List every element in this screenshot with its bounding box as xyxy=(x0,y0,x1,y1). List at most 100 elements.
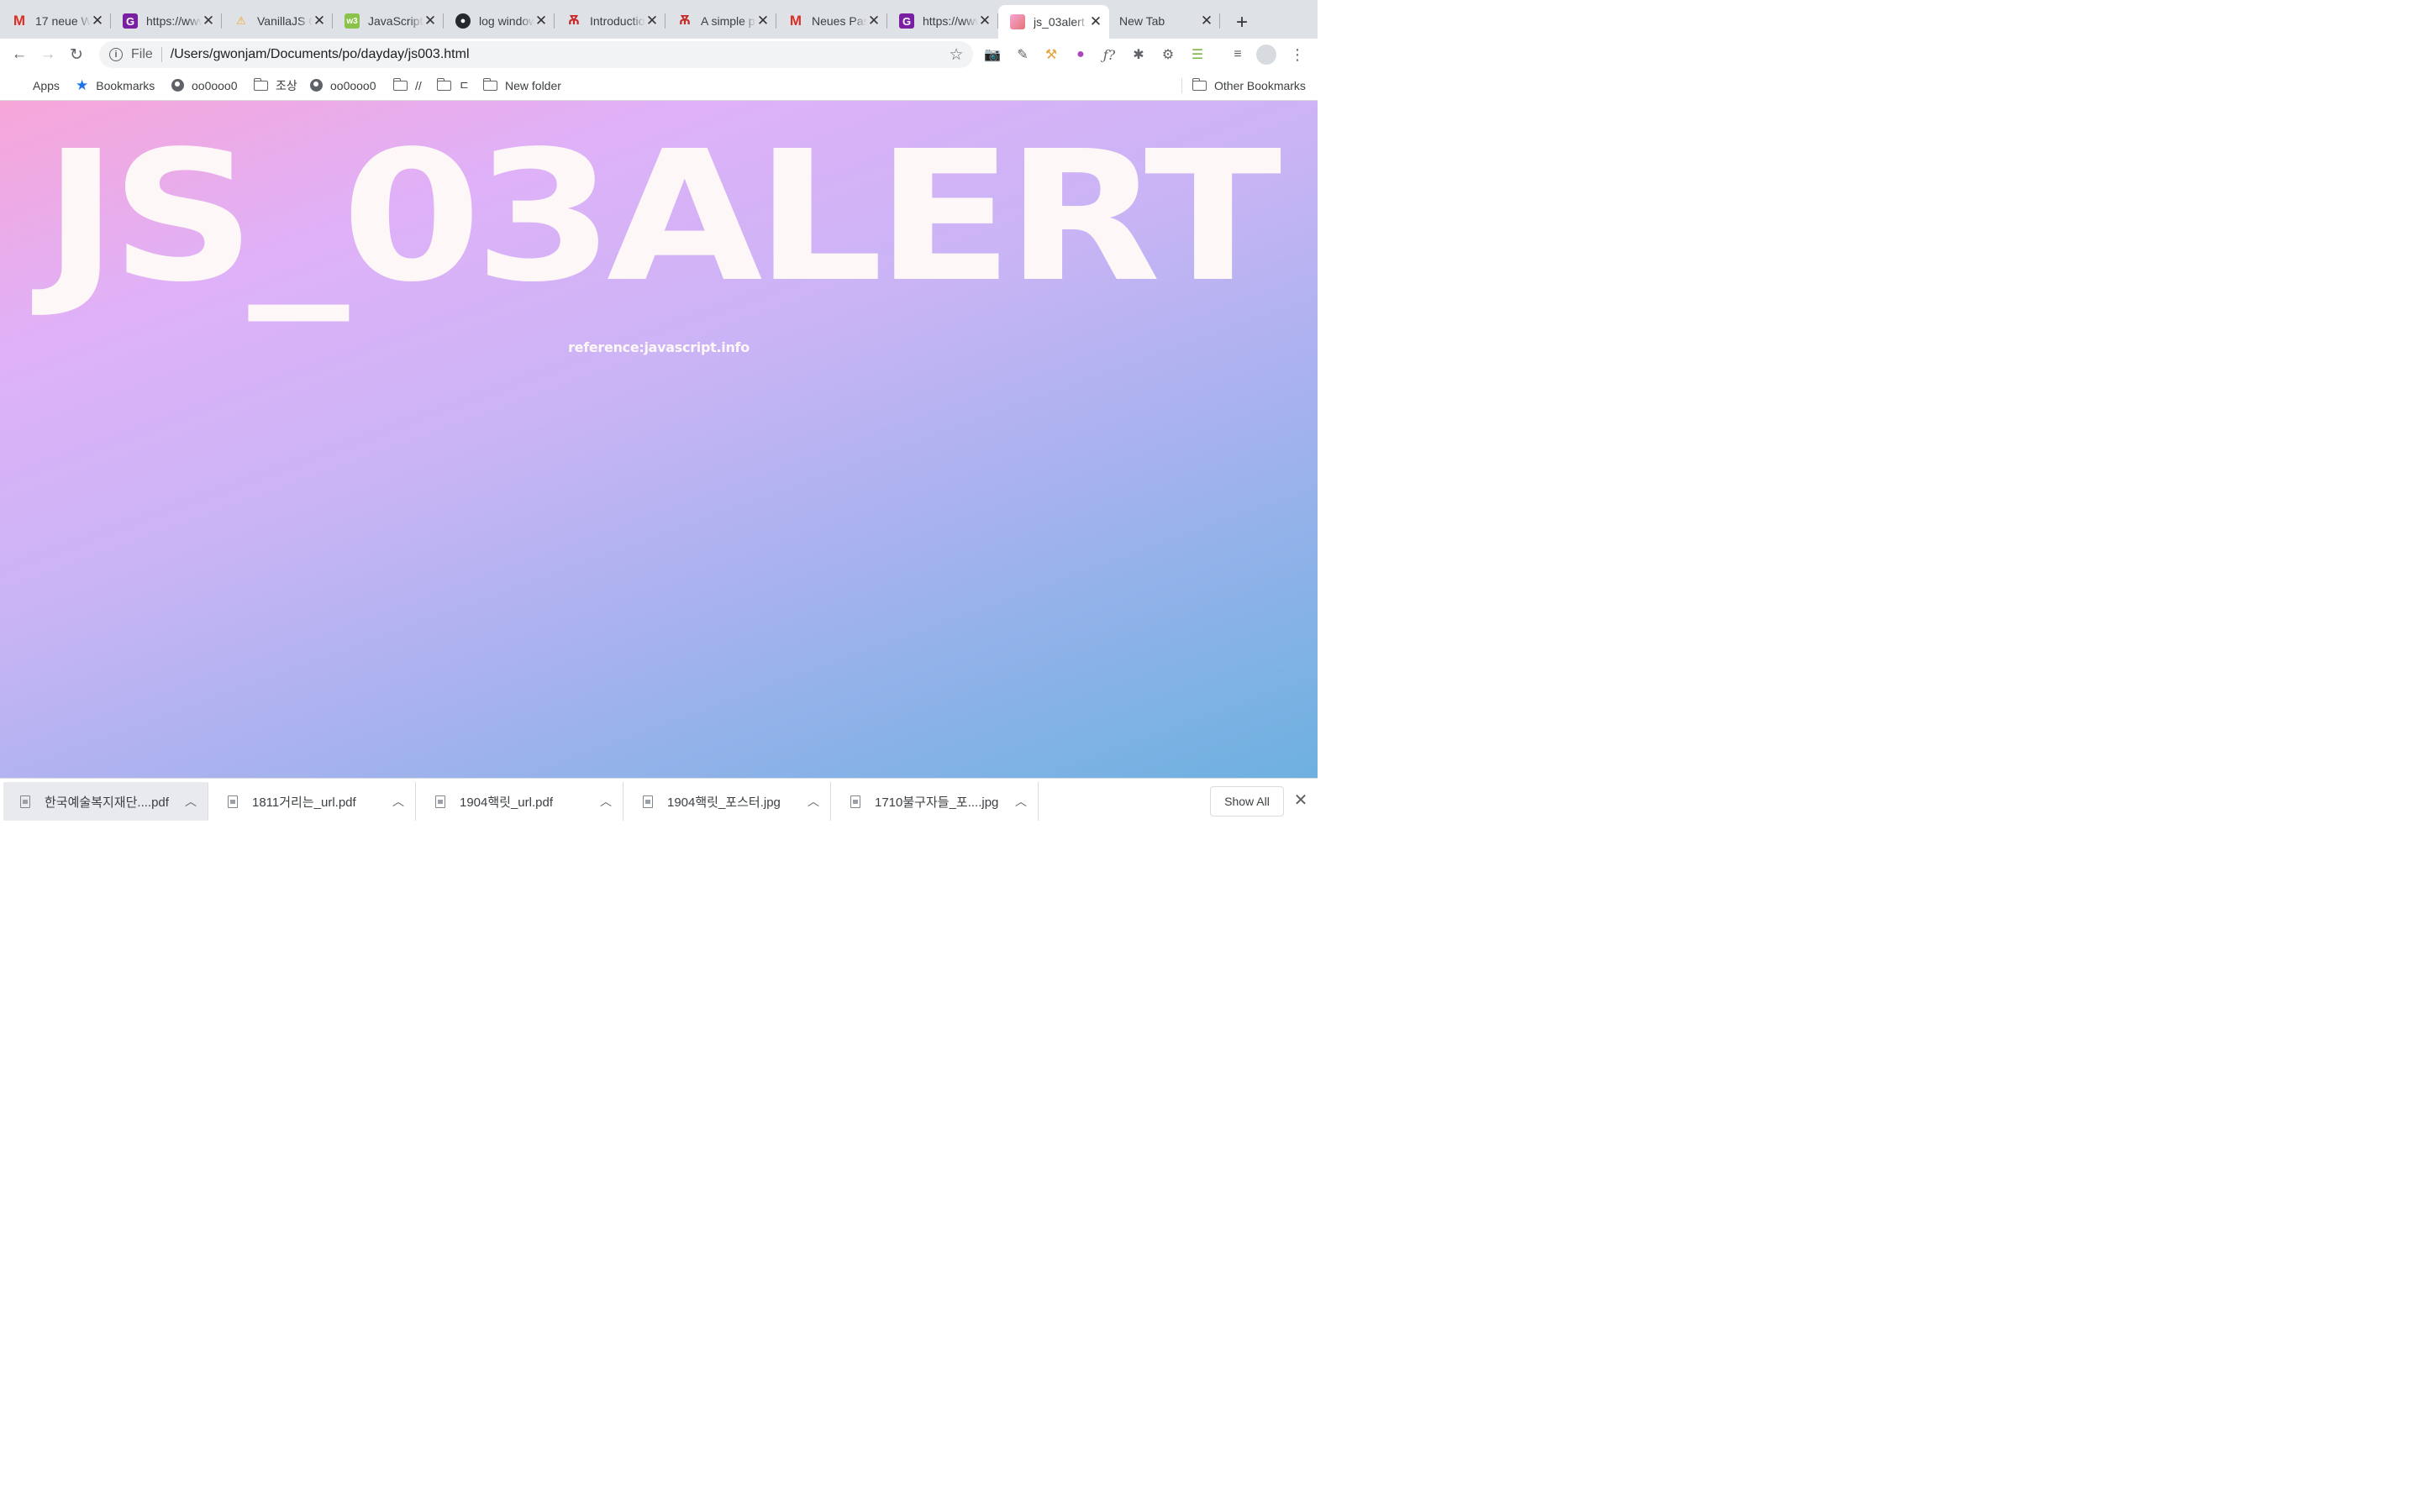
close-icon[interactable]: ✕ xyxy=(424,13,437,29)
bookmark-folder-josang[interactable]: 조상 xyxy=(253,71,297,100)
close-icon[interactable]: ✕ xyxy=(1200,13,1213,29)
divider xyxy=(1181,78,1182,93)
tab-title: New Tab xyxy=(1119,14,1165,28)
tab-title: 17 neue Wa xyxy=(35,14,91,28)
bookmark-apps[interactable]: Apps xyxy=(13,71,60,100)
g-site-icon: G xyxy=(123,13,138,29)
download-item[interactable]: 1710불구자들_포....jpg ︿ xyxy=(834,782,1039,821)
chevron-up-icon[interactable]: ︿ xyxy=(1004,793,1038,810)
close-icon[interactable]: ✕ xyxy=(756,13,770,29)
address-bar[interactable]: i File /Users/gwonjam/Documents/po/dayda… xyxy=(99,41,973,68)
jpg-file-icon xyxy=(643,795,653,808)
bookmark-bookmarks[interactable]: ★ Bookmarks xyxy=(76,71,155,100)
show-all-button[interactable]: Show All xyxy=(1210,786,1284,816)
close-icon[interactable]: ✕ xyxy=(1291,790,1311,813)
tab-title: https://www xyxy=(923,14,978,28)
tab-new-tab[interactable]: New Tab ✕ xyxy=(1109,5,1220,37)
page-title: JS_03ALERT xyxy=(43,113,1282,322)
close-icon[interactable]: ✕ xyxy=(1089,13,1102,30)
function-icon[interactable]: ƒ? xyxy=(1098,44,1120,66)
ladder-icon[interactable]: ☰ xyxy=(1186,44,1208,66)
tab-title: js_03alert xyxy=(1034,15,1085,29)
camera-icon[interactable]: 📷 xyxy=(981,44,1003,66)
hammer-icon[interactable]: ⚒ xyxy=(1040,44,1062,66)
toolbar: ← → ↻ i File /Users/gwonjam/Documents/po… xyxy=(0,39,1318,71)
tab-g-site[interactable]: G https://www ✕ xyxy=(111,5,222,37)
tower-icon: Ѫ xyxy=(568,13,580,28)
bookmark-folder-new[interactable]: New folder xyxy=(482,71,561,100)
download-item[interactable]: 1811거리는_url.pdf ︿ xyxy=(211,782,416,821)
tab-g-site-2[interactable]: G https://www ✕ xyxy=(887,5,998,37)
gradient-icon xyxy=(1010,14,1025,29)
more-menu-icon[interactable]: ⋮ xyxy=(1286,44,1308,66)
apps-grid-icon xyxy=(13,80,25,92)
page-viewport: JS_03ALERT reference:javascript.info xyxy=(0,101,1318,778)
download-item[interactable]: 1904핵릿_포스터.jpg ︿ xyxy=(626,782,831,821)
bookmark-folder-slashes[interactable]: // xyxy=(392,71,422,100)
forward-button[interactable]: → xyxy=(34,40,62,69)
close-icon[interactable]: ✕ xyxy=(978,13,992,29)
close-icon[interactable]: ✕ xyxy=(645,13,659,29)
tab-title: JavaScript xyxy=(368,14,424,28)
chevron-up-icon[interactable]: ︿ xyxy=(381,793,415,810)
bookmark-oo0ooo0[interactable]: oo0ooo0 xyxy=(171,71,238,100)
tab-javascript[interactable]: w3 JavaScript ✕ xyxy=(333,5,444,37)
info-icon[interactable]: i xyxy=(109,48,123,61)
url-text[interactable]: /Users/gwonjam/Documents/po/dayday/js003… xyxy=(171,47,944,62)
tab-gmail[interactable]: M 17 neue Wa ✕ xyxy=(0,5,111,37)
bookmark-other-bookmarks[interactable]: Other Bookmarks xyxy=(1192,71,1306,100)
tab-neues-passwort[interactable]: M Neues Pas ✕ xyxy=(776,5,887,37)
bookmark-label: New folder xyxy=(505,78,561,92)
bookmark-label: // xyxy=(415,78,422,92)
download-filename: 1904핵릿_url.pdf xyxy=(460,795,554,810)
tab-simple[interactable]: Ѫ A simple p ✕ xyxy=(666,5,776,37)
tab-vanillajs[interactable]: ⚠ VanillaJS C ✕ xyxy=(222,5,333,37)
tab-title: https://www xyxy=(146,14,202,28)
new-tab-button[interactable]: + xyxy=(1225,7,1259,39)
bookmarks-bar: Apps ★ Bookmarks oo0ooo0 조상 oo0ooo0 // ㄷ… xyxy=(0,71,1318,101)
tab-js-03alert[interactable]: js_03alert ✕ xyxy=(998,5,1109,39)
avatar[interactable] xyxy=(1256,45,1276,65)
reference-text: reference:javascript.info xyxy=(568,339,750,355)
download-item[interactable]: 1904핵릿_url.pdf ︿ xyxy=(418,782,623,821)
color-drop-icon[interactable]: ● xyxy=(1070,44,1092,66)
tab-introduction[interactable]: Ѫ Introductio ✕ xyxy=(555,5,666,37)
reload-button[interactable]: ↻ xyxy=(62,40,91,69)
star-icon: ★ xyxy=(76,76,89,93)
close-icon[interactable]: ✕ xyxy=(91,13,104,29)
folder-icon xyxy=(1192,77,1207,91)
chevron-up-icon[interactable]: ︿ xyxy=(174,793,208,810)
bug-icon[interactable]: ✱ xyxy=(1128,44,1150,66)
download-filename: 1904핵릿_포스터.jpg xyxy=(667,795,781,810)
globe-icon xyxy=(310,79,323,92)
download-filename: 한국예술복지재단....pdf xyxy=(45,795,169,810)
chevron-up-icon[interactable]: ︿ xyxy=(589,793,623,810)
download-item[interactable]: 한국예술복지재단....pdf ︿ xyxy=(3,782,208,821)
close-icon[interactable]: ✕ xyxy=(313,13,326,29)
download-shelf: 한국예술복지재단....pdf ︿ 1811거리는_url.pdf ︿ 1904… xyxy=(0,778,1318,823)
tower-icon: Ѫ xyxy=(679,13,691,28)
tab-title: VanillaJS C xyxy=(257,14,313,28)
download-filename: 1811거리는_url.pdf xyxy=(252,795,356,810)
pdf-file-icon xyxy=(435,795,445,808)
bookmark-oo0ooo0-2[interactable]: oo0ooo0 xyxy=(310,71,376,100)
bookmark-star-icon[interactable]: ☆ xyxy=(944,45,968,65)
g-site-icon: G xyxy=(899,13,914,29)
back-button[interactable]: ← xyxy=(5,40,34,69)
media-list-icon[interactable]: ≡ xyxy=(1227,44,1249,66)
eyedropper-icon[interactable]: ✎ xyxy=(1012,44,1034,66)
gear-icon[interactable]: ⚙ xyxy=(1157,44,1179,66)
download-filename: 1710불구자들_포....jpg xyxy=(875,795,999,810)
globe-icon xyxy=(171,79,184,92)
tab-github[interactable]: ● log window ✕ xyxy=(444,5,555,37)
close-icon[interactable]: ✕ xyxy=(534,13,548,29)
tab-title: Introductio xyxy=(590,14,645,28)
chevron-up-icon[interactable]: ︿ xyxy=(797,793,830,810)
folder-icon xyxy=(436,77,451,91)
close-icon[interactable]: ✕ xyxy=(867,13,881,29)
tab-title: log window xyxy=(479,14,534,28)
bookmark-label: oo0ooo0 xyxy=(330,78,376,92)
bookmark-folder-digeut[interactable]: ㄷ xyxy=(436,71,470,100)
gmail-icon: M xyxy=(789,13,802,29)
close-icon[interactable]: ✕ xyxy=(202,13,215,29)
